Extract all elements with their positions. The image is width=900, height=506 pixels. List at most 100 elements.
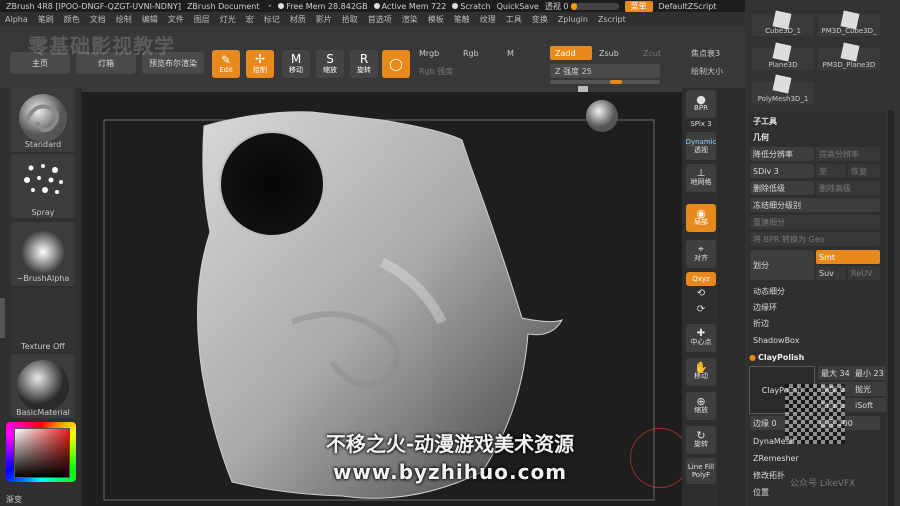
delete-higher-button[interactable]: 删除高级 — [816, 181, 880, 195]
higher-res-button[interactable]: 提高分辨率 — [816, 147, 880, 161]
floor-button[interactable]: ⊥ 地网格 — [686, 164, 716, 192]
menu-button[interactable]: 菜单 — [624, 0, 653, 12]
scale-icon: S — [326, 52, 334, 66]
draw-size-slider[interactable]: 绘制大小 — [686, 64, 728, 78]
m-button[interactable]: M — [502, 46, 519, 60]
solo-icon: ◉ — [696, 207, 706, 220]
sphere-tool-button[interactable]: ◯ — [382, 50, 410, 78]
claypolish-isoft-toggle[interactable]: iSoft — [852, 398, 886, 412]
move-view-button[interactable]: ✋ 移动 — [686, 358, 716, 386]
draw-button[interactable]: ✢ 绘制 — [246, 50, 274, 78]
lower-res-button[interactable]: 降低分辨率 — [750, 147, 814, 161]
scale-button[interactable]: S 缩放 — [316, 50, 344, 78]
memory-icon — [278, 3, 285, 9]
rotate-button[interactable]: R 旋转 — [350, 50, 378, 78]
dynamic-subdiv-header[interactable]: 动态细分 — [750, 284, 785, 298]
cage-button[interactable]: 笼 — [816, 164, 846, 178]
xyz-button[interactable]: Qxyz — [686, 272, 716, 286]
menu-picker[interactable]: 拾取 — [337, 14, 363, 25]
solo-button[interactable]: ◉ 局部 — [686, 204, 716, 232]
menu-zplugin[interactable]: Zplugin — [553, 15, 593, 24]
divide-button[interactable]: 划分 — [750, 250, 814, 280]
rgb-button[interactable]: Rgb — [458, 46, 484, 60]
menu-color[interactable]: 颜色 — [59, 14, 85, 25]
edge-loop-header[interactable]: 边缘环 — [750, 300, 777, 314]
bpr-icon: ● — [696, 93, 706, 106]
zscript-label: DefaultZScript — [658, 1, 717, 11]
brush-label: Standard — [24, 140, 62, 149]
z-intensity-knob[interactable] — [610, 80, 622, 84]
left-tray-toggle[interactable] — [0, 298, 5, 338]
menu-brush[interactable]: 笔刷 — [33, 14, 59, 25]
zadd-button[interactable]: Zadd — [550, 46, 592, 60]
scale-view-button[interactable]: ⊕ 缩放 — [686, 392, 716, 420]
quicksave-button[interactable]: QuickSave — [497, 2, 539, 11]
position-header[interactable]: 位置 — [750, 485, 769, 499]
menu-transform[interactable]: 变换 — [527, 14, 553, 25]
frame-icon: ⌖ — [698, 244, 704, 255]
focal-shift-slider[interactable]: 焦点衰3 — [686, 46, 725, 60]
app-title: ZBrush 4R8 [IPOO-DNGF-QZGT-UVNI-NDNY] — [6, 1, 181, 11]
geometry-header[interactable]: 几何 — [750, 130, 769, 144]
restore-button[interactable]: 恢复 — [848, 164, 880, 178]
menu-light[interactable]: 灯光 — [215, 14, 241, 25]
edit-button[interactable]: ✎ Edit — [212, 50, 240, 78]
menu-tool[interactable]: 工具 — [501, 14, 527, 25]
suv-toggle[interactable]: Suv — [816, 266, 846, 280]
rotate-y-icon[interactable]: ⟲ — [684, 288, 718, 299]
free-mem: Free Mem 28.842GB — [286, 1, 368, 11]
reuv-button[interactable]: ReUV — [848, 266, 880, 280]
spix-label[interactable]: SPix 3 — [684, 120, 718, 128]
zcut-button[interactable]: Zcut — [638, 46, 666, 60]
menu-bar: Alpha 笔刷 颜色 文档 绘制 编辑 文件 图层 灯光 宏 标记 材质 影片… — [0, 12, 745, 26]
polymesh-icon — [772, 74, 792, 94]
delete-lower-button[interactable]: 删除低级 — [750, 181, 814, 195]
claypolish-polish-slider[interactable]: 抛光 — [852, 382, 886, 396]
claypolish-min-slider[interactable]: 最小 23 — [852, 366, 886, 380]
claypolish-max-slider[interactable]: 最大 34 — [818, 366, 852, 380]
perspective-button[interactable]: Dynamic 透视 — [686, 132, 716, 160]
gradient-label: 渐变 — [6, 495, 22, 504]
menu-document[interactable]: 文档 — [85, 14, 111, 25]
smt-toggle[interactable]: Smt — [816, 250, 880, 264]
menu-file[interactable]: 文件 — [163, 14, 189, 25]
reconstruct-subdiv-button[interactable]: 重建细分 — [750, 215, 880, 229]
transparency-slider[interactable] — [570, 2, 619, 10]
claypolish-dot-icon: ● — [749, 352, 756, 362]
menu-macro[interactable]: 宏 — [241, 14, 259, 25]
menu-stencil[interactable]: 模板 — [423, 14, 449, 25]
frame-button[interactable]: ⌖ 对齐 — [686, 240, 716, 268]
convert-bpr-button[interactable]: 将 BPR 转换为 Geo — [750, 232, 880, 246]
crease-header[interactable]: 折边 — [750, 316, 769, 330]
rgb-intensity-slider[interactable]: Rgb 强度 — [414, 64, 458, 78]
sphere-icon: ◯ — [389, 57, 403, 71]
shadowbox-header[interactable]: ShadowBox — [750, 333, 799, 347]
menu-preferences[interactable]: 首选项 — [363, 14, 397, 25]
menu-alpha[interactable]: Alpha — [0, 15, 33, 24]
menu-render[interactable]: 渲染 — [397, 14, 423, 25]
rotate-z-icon[interactable]: ⟳ — [684, 304, 718, 315]
alpha-label: ~BrushAlpha — [16, 274, 70, 283]
menu-zscript[interactable]: Zscript — [593, 15, 631, 24]
subtool-header[interactable]: 子工具 — [750, 114, 777, 128]
center-button[interactable]: ✚ 中心点 — [686, 324, 716, 352]
menu-movie[interactable]: 影片 — [311, 14, 337, 25]
menu-texture[interactable]: 纹理 — [475, 14, 501, 25]
hand-icon: ✋ — [694, 361, 708, 374]
menu-layer[interactable]: 图层 — [189, 14, 215, 25]
menu-stroke[interactable]: 笔触 — [449, 14, 475, 25]
move-button[interactable]: M 移动 — [282, 50, 310, 78]
document-title: ZBrush Document — [186, 1, 260, 11]
sdiv-slider[interactable]: SDiv 3 — [750, 164, 814, 178]
z-intensity-slider[interactable]: Z 强度 25 — [550, 64, 660, 78]
menu-marker[interactable]: 标记 — [259, 14, 285, 25]
menu-edit[interactable]: 编辑 — [137, 14, 163, 25]
scratch-icon — [452, 3, 459, 9]
mrgb-button[interactable]: Mrgb — [414, 46, 444, 60]
bpr-button[interactable]: ● BPR — [686, 90, 716, 118]
freeze-subdiv-button[interactable]: 冻结细分级别 — [750, 198, 880, 212]
menu-draw[interactable]: 绘制 — [111, 14, 137, 25]
menu-material[interactable]: 材质 — [285, 14, 311, 25]
zsub-button[interactable]: Zsub — [594, 46, 624, 60]
claypolish-header[interactable]: ● ClayPolish — [746, 350, 804, 364]
